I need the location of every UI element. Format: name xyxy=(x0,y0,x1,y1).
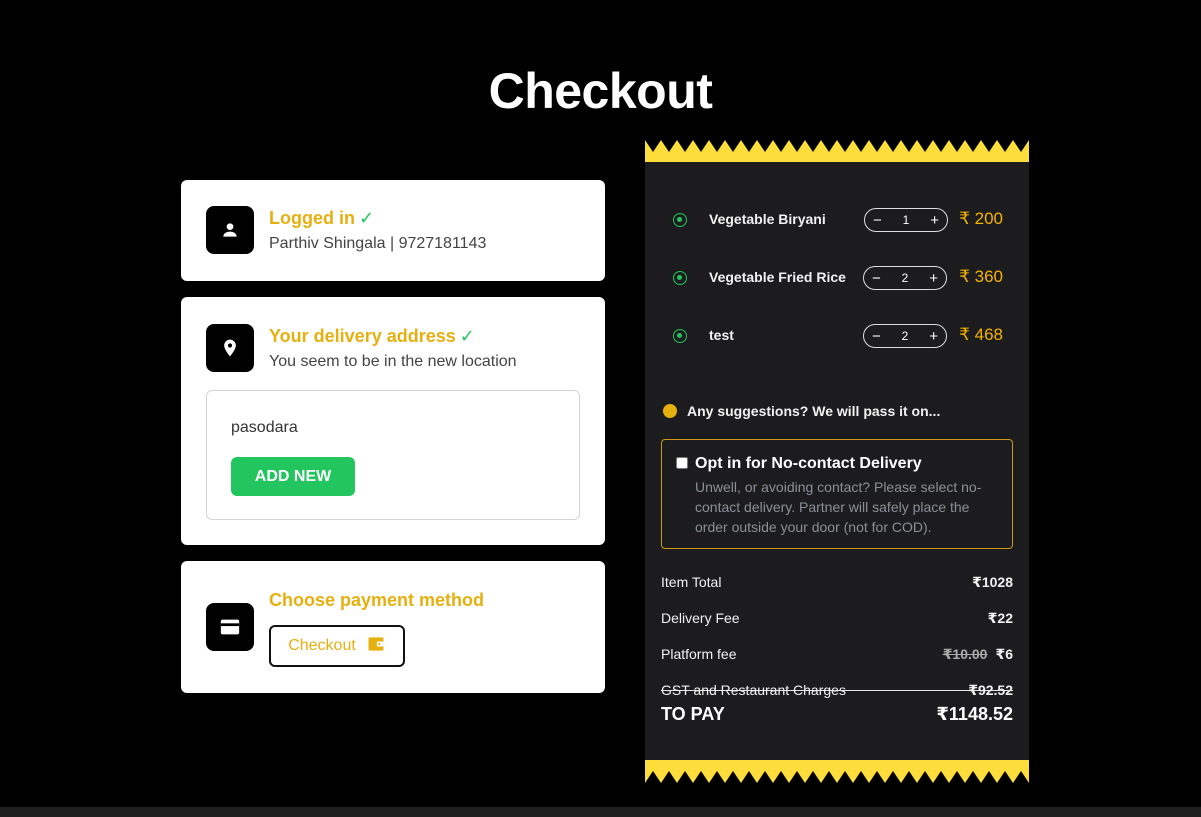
add-new-address-button[interactable]: ADD NEW xyxy=(231,457,355,496)
cart-item: Vegetable Biryani − 1 + ₹ 200 xyxy=(673,208,1003,232)
bill-row-item-total: Item Total ₹1028 xyxy=(661,574,1013,590)
item-quantity: 2 xyxy=(901,271,909,285)
login-card: Logged in ✓ Parthiv Shingala | 9727181143 xyxy=(181,180,605,281)
item-name: Vegetable Fried Rice xyxy=(709,269,846,285)
bill-row-delivery-fee: Delivery Fee ₹22 xyxy=(661,610,1013,626)
item-quantity: 2 xyxy=(901,329,909,343)
decrease-quantity-button[interactable]: − xyxy=(873,213,882,228)
bill-value: ₹22 xyxy=(987,610,1013,626)
address-title-text: Your delivery address xyxy=(269,326,456,346)
suggestions-text: Any suggestions? We will pass it on... xyxy=(687,403,941,419)
bill-divider xyxy=(661,690,1013,691)
quantity-stepper: − 2 + xyxy=(863,266,947,290)
to-pay-amount: ₹1148.52 xyxy=(936,704,1013,724)
payment-title: Choose payment method xyxy=(269,590,485,610)
veg-indicator-icon xyxy=(673,329,687,343)
original-platform-fee: ₹10.00 xyxy=(942,646,988,662)
address-card: Your delivery address ✓ You seem to be in… xyxy=(181,297,605,545)
item-name: test xyxy=(709,327,734,343)
no-contact-checkbox[interactable] xyxy=(676,457,688,469)
login-title-text: Logged in xyxy=(269,208,355,228)
page-title: Checkout xyxy=(488,63,713,119)
user-icon xyxy=(206,206,254,254)
saved-address: pasodara xyxy=(231,419,298,436)
bill-label: Platform fee xyxy=(661,646,737,662)
receipt-overlay: TO PAY ₹1148.52 xyxy=(645,162,1029,724)
wallet-icon xyxy=(366,634,386,659)
item-quantity: 1 xyxy=(902,213,910,227)
bill-label: Delivery Fee xyxy=(661,610,740,626)
checkout-button-label: Checkout xyxy=(288,637,356,654)
no-contact-description: Unwell, or avoiding contact? Please sele… xyxy=(695,479,982,535)
check-icon: ✓ xyxy=(358,208,375,228)
cart-item: test − 2 + ₹ 468 xyxy=(673,324,1003,348)
suggestion-dot-icon xyxy=(663,404,677,418)
item-price: ₹ 360 xyxy=(959,267,1003,286)
item-name: Vegetable Biryani xyxy=(709,211,826,227)
veg-indicator-icon xyxy=(673,271,687,285)
increase-quantity-button[interactable]: + xyxy=(930,213,939,228)
decrease-quantity-button[interactable]: − xyxy=(872,271,881,286)
bill-row-platform-fee: Platform fee ₹10.00 ₹6 xyxy=(661,646,1013,662)
quantity-stepper: − 2 + xyxy=(863,324,947,348)
bill-value: ₹1028 xyxy=(972,574,1013,590)
credit-card-icon xyxy=(206,603,254,651)
quantity-stepper: − 1 + xyxy=(864,208,948,232)
suggestions-link[interactable]: Any suggestions? We will pass it on... xyxy=(663,403,940,419)
decrease-quantity-button[interactable]: − xyxy=(872,329,881,344)
cart-item: Vegetable Fried Rice − 2 + ₹ 360 xyxy=(673,266,1003,290)
check-icon: ✓ xyxy=(459,326,475,346)
payment-card: Choose payment method Checkout xyxy=(181,561,605,693)
checkout-payment-button[interactable]: Checkout xyxy=(269,625,405,667)
bill-value: ₹6 xyxy=(995,646,1013,662)
item-price: ₹ 468 xyxy=(959,325,1003,344)
saved-address-box[interactable]: pasodara ADD NEW xyxy=(206,390,580,520)
no-contact-delivery-option: Opt in for No-contact Delivery Unwell, o… xyxy=(661,439,1013,549)
receipt-body: Vegetable Biryani − 1 + ₹ 200 Vegetable … xyxy=(645,162,1029,761)
veg-indicator-icon xyxy=(673,213,687,227)
address-title: Your delivery address ✓ xyxy=(269,326,475,347)
user-details: Parthiv Shingala | 9727181143 xyxy=(269,235,487,252)
to-pay-label: TO PAY xyxy=(661,704,725,724)
increase-quantity-button[interactable]: + xyxy=(929,271,938,286)
zigzag-bottom-border xyxy=(645,760,1029,783)
increase-quantity-button[interactable]: + xyxy=(929,329,938,344)
bill-value-group: ₹10.00 ₹6 xyxy=(943,646,1013,663)
location-pin-icon xyxy=(206,324,254,372)
bottom-bar xyxy=(0,807,1201,817)
to-pay-row: TO PAY ₹1148.52 xyxy=(661,704,1013,725)
zigzag-top-border xyxy=(645,140,1029,163)
address-subtitle: You seem to be in the new location xyxy=(269,353,517,370)
item-price: ₹ 200 xyxy=(959,209,1003,228)
bill-label: Item Total xyxy=(661,574,722,590)
no-contact-title: Opt in for No-contact Delivery xyxy=(695,455,922,472)
login-title: Logged in ✓ xyxy=(269,208,374,229)
